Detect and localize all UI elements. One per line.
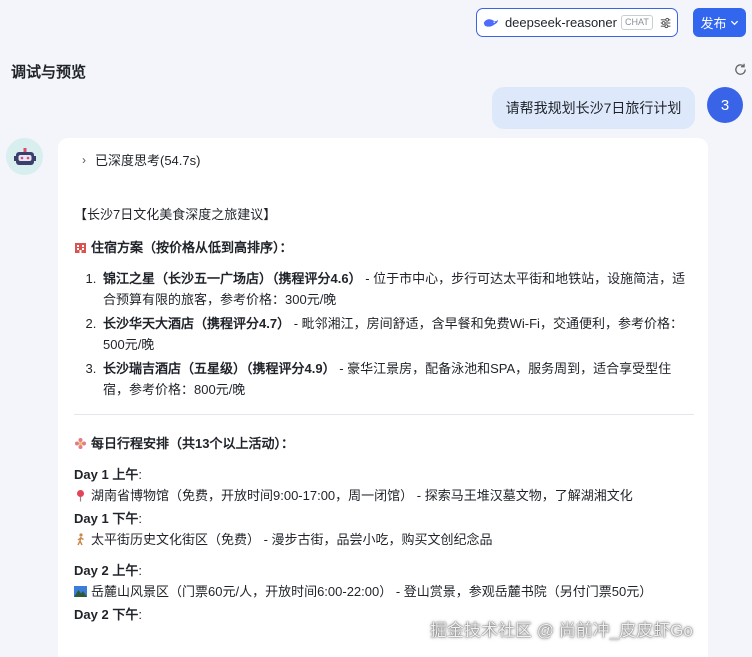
- day-label: Day 2: [74, 607, 109, 622]
- thinking-toggle[interactable]: › 已深度思考(54.7s): [82, 150, 200, 169]
- lodging-title-text: 住宿方案（按价格从低到高排序）：: [91, 240, 293, 255]
- publish-button[interactable]: 发布: [693, 8, 746, 37]
- day-label: Day 2: [74, 563, 109, 578]
- answer-intro: 【长沙7日文化美食深度之旅建议】: [74, 207, 277, 222]
- chevron-right-icon: ›: [82, 152, 86, 167]
- half-day-label: 下午: [108, 511, 139, 526]
- assistant-answer-card: › 已深度思考(54.7s) 【长沙7日文化美食深度之旅建议】 住宿方案（按价格…: [58, 138, 708, 657]
- half-day-label: 上午: [108, 467, 139, 482]
- hotel-item: 长沙瑞吉酒店（五星级）（携程评分4.9） - 豪华江景房，配备泳池和SPA，服务…: [100, 358, 694, 400]
- day-title: Day 2 上午:: [74, 560, 694, 581]
- hotel-item: 锦江之星（长沙五一广场店）（携程评分4.6） - 位于市中心，步行可达太平街和地…: [100, 268, 694, 310]
- activity-text: 太平街历史文化街区（免费） - 漫步古街，品尝小吃，购买文创纪念品: [91, 532, 493, 547]
- chevron-down-icon: [730, 20, 738, 26]
- model-name: deepseek-reasoner: [504, 15, 617, 30]
- hotel-item: 长沙华天大酒店（携程评分4.7） - 毗邻湘江，房间舒适，含早餐和免费Wi-Fi…: [100, 313, 694, 355]
- day-title: Day 1 上午:: [74, 464, 694, 485]
- bot-avatar: [6, 138, 43, 175]
- day-block: Day 2 上午: 岳麓山风景区（门票60元/人，开放时间6:00-22:00）…: [74, 560, 694, 602]
- refresh-icon[interactable]: [733, 62, 748, 77]
- schedule-title-text: 每日行程安排（共13个以上活动）：: [91, 436, 294, 451]
- user-avatar: 3: [707, 87, 743, 123]
- colon: :: [138, 607, 142, 622]
- thinking-label: 已深度思考(54.7s): [95, 153, 201, 168]
- hotel-name: 长沙华天大酒店（携程评分4.7）: [103, 316, 291, 331]
- activity-line: 太平街历史文化街区（免费） - 漫步古街，品尝小吃，购买文创纪念品: [74, 529, 694, 550]
- watermark: 掘金技术社区 @ 尚前冲_皮皮虾Go: [430, 621, 693, 640]
- day-label: Day 1: [74, 511, 109, 526]
- answer-content: 【长沙7日文化美食深度之旅建议】 住宿方案（按价格从低到高排序）： 锦江之星（长…: [74, 204, 694, 625]
- day-title: Day 1 下午:: [74, 508, 694, 529]
- model-selector[interactable]: deepseek-reasoner CHAT: [476, 8, 678, 37]
- mountain-icon: [74, 586, 87, 597]
- activity-text: 湖南省博物馆（免费，开放时间9:00-17:00，周一闭馆） - 探索马王堆汉墓…: [91, 488, 633, 503]
- top-bar: deepseek-reasoner CHAT 发布: [0, 0, 752, 46]
- chat-badge: CHAT: [620, 15, 653, 30]
- flower-icon: [75, 438, 86, 449]
- hotel-list: 锦江之星（长沙五一广场店）（携程评分4.6） - 位于市中心，步行可达太平街和地…: [74, 268, 694, 400]
- colon: :: [138, 511, 142, 526]
- robot-icon: [13, 147, 36, 165]
- hotel-icon: [75, 243, 86, 253]
- day-block: Day 1 下午: 太平街历史文化街区（免费） - 漫步古街，品尝小吃，购买文创…: [74, 508, 694, 550]
- section-divider: [74, 414, 694, 415]
- schedule-section-title: 每日行程安排（共13个以上活动）：: [74, 433, 694, 454]
- panel-title: 调试与预览: [11, 64, 87, 81]
- lodging-section-title: 住宿方案（按价格从低到高排序）：: [74, 237, 694, 258]
- settings-sliders-icon[interactable]: [660, 16, 671, 30]
- colon: :: [138, 563, 142, 578]
- activity-text: 岳麓山风景区（门票60元/人，开放时间6:00-22:00） - 登山赏景，参观…: [91, 584, 653, 599]
- day-label: Day 1: [74, 467, 109, 482]
- half-day-label: 下午: [108, 607, 139, 622]
- colon: :: [138, 467, 142, 482]
- walker-icon: [77, 533, 84, 546]
- deepseek-whale-icon: [483, 18, 499, 27]
- hotel-name: 长沙瑞吉酒店（五星级）（携程评分4.9）: [103, 361, 336, 376]
- pin-icon: [77, 490, 84, 502]
- hotel-name: 锦江之星（长沙五一广场店）（携程评分4.6）: [103, 271, 362, 286]
- day-block: Day 1 上午: 湖南省博物馆（免费，开放时间9:00-17:00，周一闭馆）…: [74, 464, 694, 506]
- activity-line: 湖南省博物馆（免费，开放时间9:00-17:00，周一闭馆） - 探索马王堆汉墓…: [74, 485, 694, 506]
- publish-label: 发布: [700, 16, 727, 31]
- half-day-label: 上午: [108, 563, 139, 578]
- activity-line: 岳麓山风景区（门票60元/人，开放时间6:00-22:00） - 登山赏景，参观…: [74, 581, 694, 602]
- user-message-bubble: 请帮我规划长沙7日旅行计划: [492, 87, 695, 129]
